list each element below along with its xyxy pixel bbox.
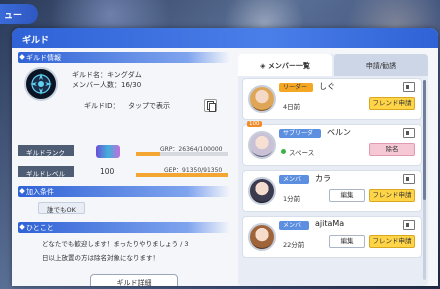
- list-item: リーダー しぐ 4日前 フレンド申請: [242, 78, 422, 120]
- rank-badge-icon: [96, 145, 120, 158]
- profile-card-icon[interactable]: [403, 128, 415, 138]
- friend-request-button[interactable]: フレンド申請: [369, 189, 415, 202]
- diamond-icon: [19, 224, 25, 230]
- list-item: 100 サブリーダー ベルン スペース 除名: [242, 121, 422, 166]
- member-tabs: ◈ メンバー一覧 申請/勧誘: [238, 54, 428, 76]
- profile-card-icon[interactable]: [403, 220, 415, 230]
- gep-progress-bar: [136, 173, 228, 177]
- emblem-icon: [30, 73, 52, 95]
- guild-id-label: ギルドID：: [84, 102, 120, 110]
- guild-detail-button[interactable]: ギルド詳細: [90, 274, 178, 286]
- role-badge: メンバー: [279, 175, 309, 192]
- last-login: スペース: [289, 149, 315, 157]
- member-name: カラ: [315, 174, 331, 183]
- friend-request-button[interactable]: フレンド申請: [369, 235, 415, 248]
- list-item: メンバー ajitaMa 22分前 編集 フレンド申請: [242, 216, 422, 258]
- guild-emblem: [24, 67, 58, 101]
- member-panel: ◈ メンバー一覧 申請/勧誘 リーダー しぐ 4日前 フレンド申請 100 サブ…: [238, 54, 428, 286]
- guild-id-reveal[interactable]: タップで表示: [128, 101, 170, 111]
- grp-progress-bar: [136, 152, 228, 156]
- guild-rank-label: ギルドランク: [18, 145, 74, 157]
- scrollbar-thumb[interactable]: [423, 80, 426, 200]
- role-badge: リーダー: [279, 83, 313, 92]
- guild-info-heading: ギルド情報: [18, 52, 230, 63]
- join-condition-value: 誰でもOK: [38, 202, 85, 214]
- diamond-icon: [19, 188, 25, 194]
- online-status-icon: [281, 149, 286, 154]
- avatar[interactable]: [248, 177, 276, 205]
- tab-member-list[interactable]: ◈ メンバー一覧: [238, 54, 332, 76]
- avatar[interactable]: [248, 131, 276, 159]
- expel-button[interactable]: 除名: [369, 143, 415, 156]
- edit-button[interactable]: 編集: [329, 189, 365, 202]
- copy-id-button[interactable]: [204, 99, 217, 112]
- member-name: しぐ: [319, 82, 335, 91]
- last-login: 4日前: [283, 103, 301, 111]
- last-login: 22分前: [283, 241, 305, 249]
- member-count: メンバー人数：16/30: [72, 81, 142, 89]
- friend-request-button[interactable]: フレンド申請: [369, 97, 415, 110]
- member-name: ベルン: [327, 128, 351, 137]
- count-badge: 100: [247, 121, 262, 127]
- tab-requests[interactable]: 申請/勧誘: [334, 54, 428, 76]
- menu-tab[interactable]: ュー: [0, 4, 38, 24]
- list-item: メンバー カラ 1分前 編集 フレンド申請: [242, 170, 422, 212]
- message-heading: ひとこと: [18, 222, 230, 233]
- avatar[interactable]: [248, 85, 276, 113]
- gep-progress-fill: [136, 173, 228, 177]
- role-badge: メンバー: [279, 221, 309, 238]
- profile-card-icon[interactable]: [403, 174, 415, 184]
- edit-button[interactable]: 編集: [329, 235, 365, 248]
- guild-message-line1: どなたでも歓迎します！まったりやりましょう / 3: [42, 240, 189, 248]
- member-list: リーダー しぐ 4日前 フレンド申請 100 サブリーダー ベルン スペース 除…: [242, 78, 422, 284]
- panel-title: ギルド: [12, 28, 438, 48]
- guild-name: ギルド名：キングダム: [72, 71, 142, 79]
- diamond-icon: [19, 54, 25, 60]
- guild-level-label: ギルドレベル: [18, 166, 74, 178]
- grp-progress-fill: [136, 152, 161, 156]
- guild-panel: ギルド ギルド情報 ギルド名：キングダム メンバー人数：16/30 ギルドID：…: [12, 28, 438, 286]
- guild-level-value: 100: [100, 167, 115, 176]
- last-login: 1分前: [283, 195, 301, 203]
- guild-message-line2: 日以上放置の方は除名対象になります！: [42, 254, 159, 262]
- avatar[interactable]: [248, 223, 276, 251]
- role-badge: サブリーダー: [279, 129, 321, 146]
- join-condition-heading: 加入条件: [18, 186, 230, 197]
- profile-card-icon[interactable]: [403, 82, 415, 92]
- member-scrollbar[interactable]: [423, 80, 426, 280]
- member-name: ajitaMa: [315, 219, 345, 228]
